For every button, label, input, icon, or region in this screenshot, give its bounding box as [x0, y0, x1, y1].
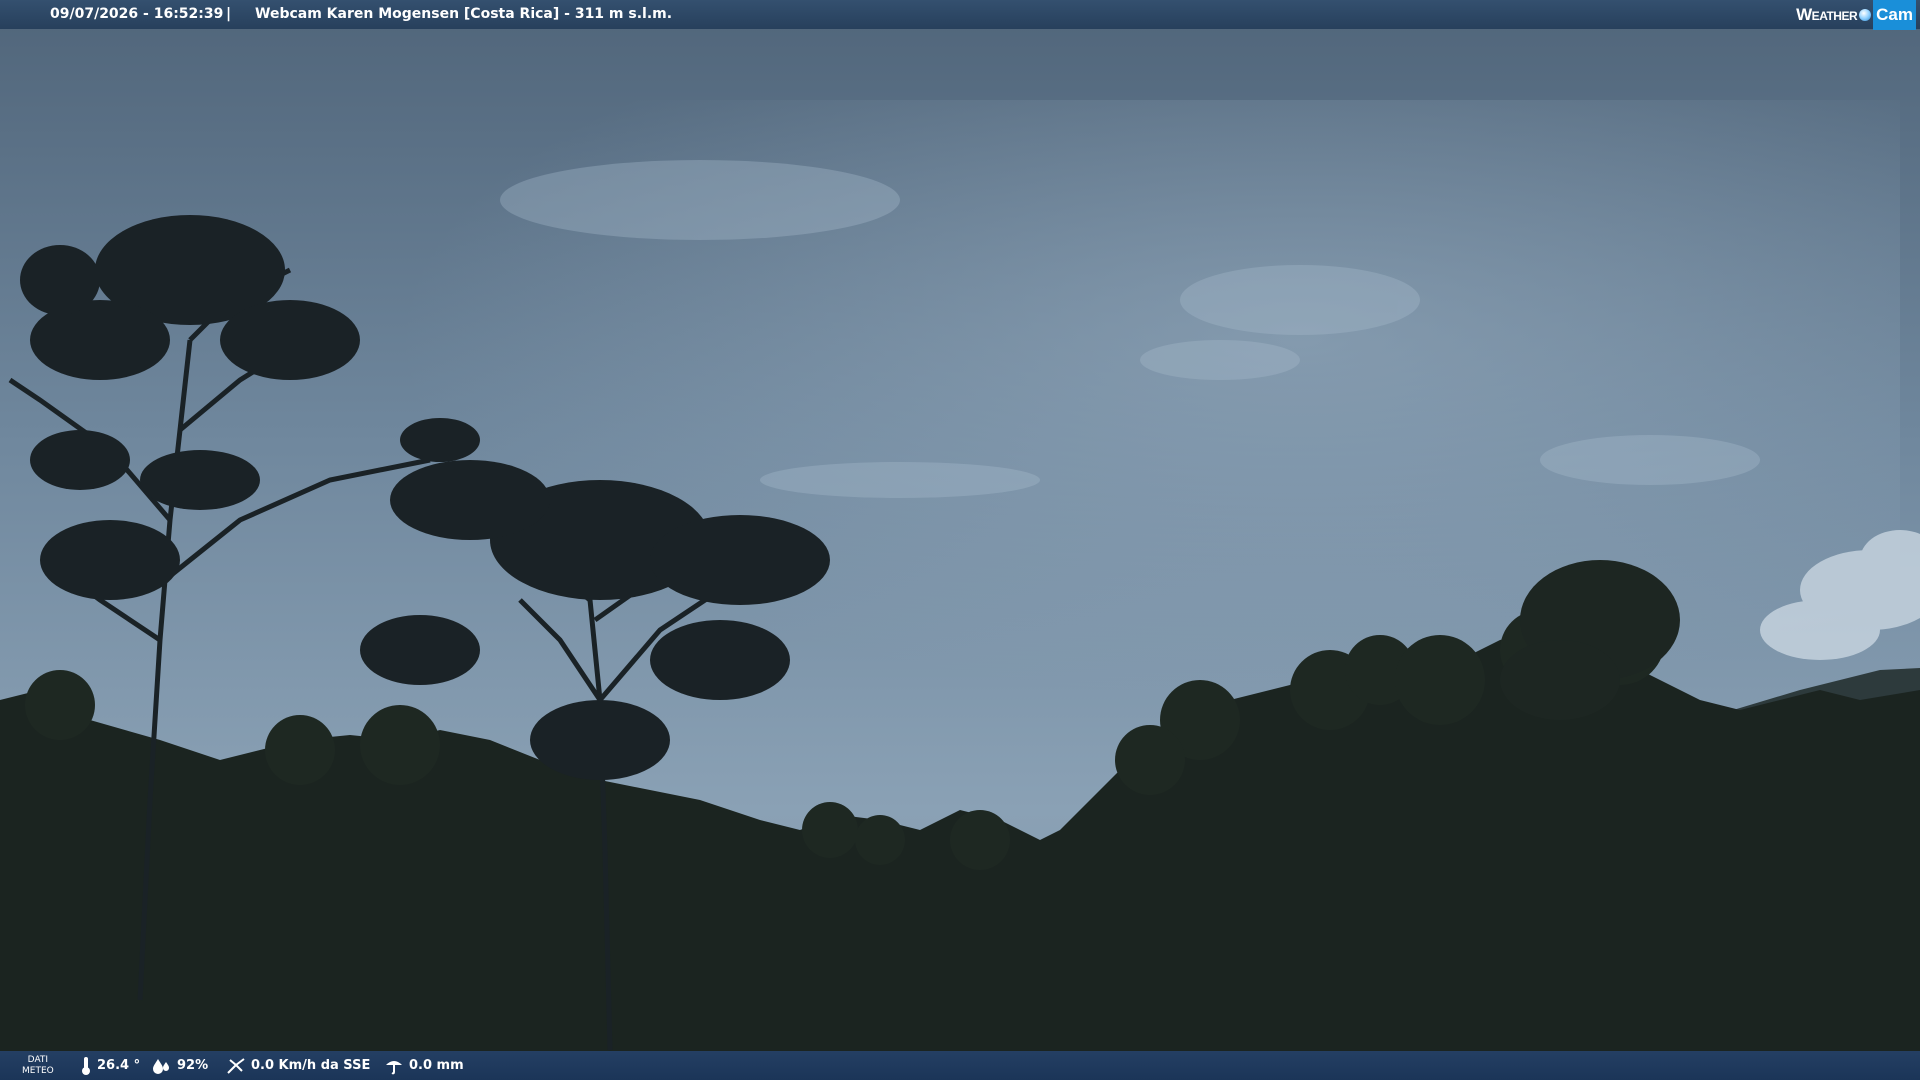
- weathercam-logo: Weather Cam: [1796, 0, 1920, 30]
- temperature-value: 26.4 °: [97, 1058, 141, 1073]
- humidity-drop-icon: [153, 1058, 169, 1074]
- humidity-reading: 92%: [152, 1051, 208, 1080]
- top-info-bar: 09/07/2026 - 16:52:39 | Webcam Karen Mog…: [0, 0, 1920, 30]
- rain-reading: 0.0 mm: [384, 1051, 464, 1080]
- temperature-reading: 26.4 °: [80, 1051, 140, 1080]
- datetime: 09/07/2026 - 16:52:39: [50, 6, 224, 22]
- wind-icon: [227, 1057, 245, 1074]
- logo-dot-icon: [1859, 8, 1872, 21]
- rain-value: 0.0 mm: [409, 1058, 464, 1073]
- logo-word: Weather: [1796, 5, 1858, 24]
- wind-reading: 0.0 Km/h da SSE: [226, 1051, 370, 1080]
- wind-value: 0.0 Km/h da SSE: [251, 1058, 371, 1073]
- separator: |: [226, 6, 232, 22]
- dati-line2: METEO: [22, 1066, 54, 1076]
- thermometer-icon: [82, 1056, 90, 1075]
- humidity-value: 92%: [177, 1058, 209, 1073]
- dati-meteo-label: DATI METEO: [22, 1055, 54, 1077]
- bottom-weather-bar: DATI METEO 26.4 ° 92% 0.0 Km/h da SSE 0.…: [0, 1051, 1920, 1080]
- webcam-image: [0, 0, 1920, 1080]
- webcam-title: Webcam Karen Mogensen [Costa Rica] - 311…: [255, 6, 673, 22]
- rain-gauge-icon: [386, 1060, 402, 1074]
- logo-cam: Cam: [1873, 0, 1916, 30]
- dati-line1: DATI: [27, 1055, 49, 1065]
